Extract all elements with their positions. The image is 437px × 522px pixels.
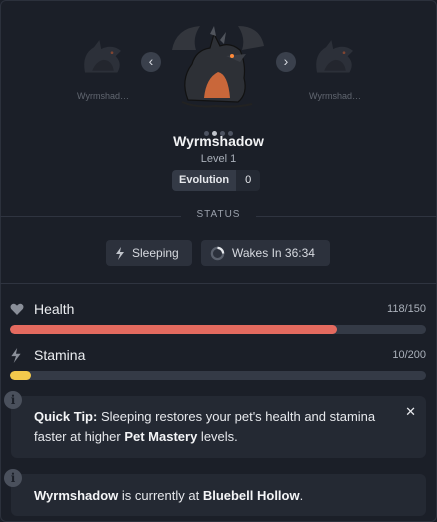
- dragon-thumbnail-icon: [84, 40, 121, 73]
- evolution-value: 0: [236, 170, 261, 191]
- next-arrow-button[interactable]: ›: [276, 52, 296, 72]
- health-stat: Health 118/150: [10, 300, 426, 334]
- pet-carousel: Wyrmshad… ‹ › Wyrmshad…: [0, 18, 437, 128]
- location-box: Wyrmshadow is currently at Bluebell Holl…: [11, 474, 426, 516]
- stamina-value: 10/200: [392, 349, 426, 361]
- dragon-portrait: [172, 26, 264, 108]
- info-icon: i: [4, 469, 22, 487]
- info-icon: i: [4, 391, 22, 409]
- tip-highlight: Pet Mastery: [124, 429, 198, 444]
- tip-text: Quick Tip: Sleeping restores your pet's …: [34, 409, 375, 444]
- location-end: .: [299, 488, 304, 503]
- location-pet-name: Wyrmshadow: [34, 488, 119, 503]
- section-divider: [0, 283, 437, 284]
- prev-pet-name: Wyrmshad…: [77, 91, 129, 101]
- next-pet[interactable]: Wyrmshad…: [300, 36, 370, 101]
- tip-text-end: levels.: [197, 429, 238, 444]
- health-bar-fill: [10, 325, 338, 334]
- quick-tip-box: Quick Tip: Sleeping restores your pet's …: [11, 396, 426, 458]
- pet-name: Wyrmshadow: [173, 133, 264, 149]
- next-pet-name: Wyrmshad…: [309, 91, 361, 101]
- health-value: 118/150: [387, 303, 426, 315]
- health-label: Health: [34, 301, 75, 317]
- status-heading: STATUS: [181, 209, 256, 220]
- stamina-bar: [10, 371, 426, 380]
- tip-prefix: Quick Tip:: [34, 409, 98, 424]
- wake-timer-chip: Wakes In 36:34: [201, 240, 330, 266]
- location-place: Bluebell Hollow: [202, 488, 300, 503]
- prev-pet[interactable]: Wyrmshad…: [68, 36, 138, 101]
- health-bar: [10, 325, 426, 334]
- heart-icon: [10, 303, 26, 316]
- stamina-bar-fill: [10, 371, 31, 380]
- stamina-stat: Stamina 10/200: [10, 346, 426, 380]
- dragon-thumbnail-icon: [316, 40, 353, 73]
- wake-timer-label: Wakes In 36:34: [232, 246, 315, 260]
- pet-level: Level 1: [200, 153, 237, 165]
- evolution-badge: Evolution 0: [172, 170, 261, 191]
- prev-arrow-button[interactable]: ‹: [141, 52, 161, 72]
- evolution-label: Evolution: [172, 170, 237, 191]
- stamina-label: Stamina: [34, 347, 86, 363]
- spinner-icon: [210, 246, 225, 261]
- location-text: is currently at: [118, 488, 203, 503]
- lightning-icon: [115, 246, 125, 260]
- lightning-icon: [10, 347, 26, 363]
- sleeping-status-chip: Sleeping: [106, 240, 192, 266]
- sleeping-label: Sleeping: [132, 246, 179, 260]
- close-icon[interactable]: ✕: [405, 402, 416, 422]
